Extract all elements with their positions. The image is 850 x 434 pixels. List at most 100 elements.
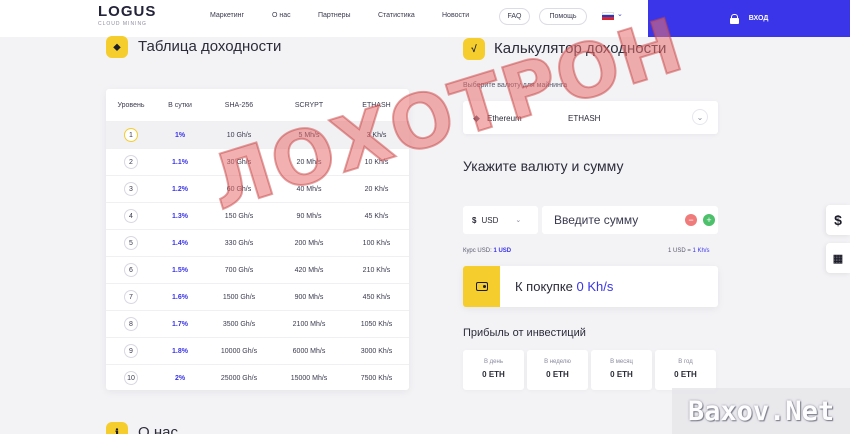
table-cell: 7500 Kh/s: [360, 374, 393, 382]
level-badge: 6: [124, 263, 138, 277]
nav-item-statistics[interactable]: Статистика: [378, 12, 415, 19]
dollar-side-button[interactable]: $: [826, 205, 850, 235]
period-value: 0 ETH: [610, 370, 633, 379]
profit-heading: Прибыль от инвестиций: [463, 327, 586, 339]
level-cell: 6: [106, 263, 156, 277]
level-badge: 1: [124, 128, 138, 142]
lock-icon: [729, 13, 739, 24]
table-cell: 1.7%: [172, 320, 188, 328]
table-cell: 200 Mh/s: [294, 239, 324, 247]
dollar-icon: $: [472, 215, 477, 225]
nav-item-marketing[interactable]: Маркетинг: [210, 12, 244, 19]
table-cell: 420 Mh/s: [294, 266, 324, 274]
level-badge: 10: [124, 371, 138, 385]
yield-table-title: Таблица доходности: [138, 38, 282, 55]
table-cell: 1500 Gh/s: [222, 293, 256, 301]
table-row: 5 1.4% 330 Gh/s 200 Mh/s 100 Kh/s: [106, 229, 409, 256]
level-cell: 3: [106, 182, 156, 196]
wallet-icon: [475, 282, 488, 291]
table-cell: 450 Kh/s: [362, 293, 391, 301]
table-row: 7 1.6% 1500 Gh/s 900 Mh/s 450 Kh/s: [106, 283, 409, 310]
rate-label: Курс USD:: [463, 248, 492, 254]
amount-placeholder: Введите сумму: [554, 213, 639, 227]
profit-boxes: В день 0 ETH В неделю 0 ETH В месяц 0 ET…: [463, 350, 716, 390]
rate-info: Курс USD: 1 USD: [463, 248, 511, 254]
plus-button[interactable]: +: [703, 214, 715, 226]
level-badge: 4: [124, 209, 138, 223]
table-row: 8 1.7% 3500 Gh/s 2100 Mh/s 1050 Kh/s: [106, 310, 409, 337]
table-cell: 15000 Mh/s: [290, 374, 328, 382]
level-badge: 5: [124, 236, 138, 250]
level-cell: 9: [106, 344, 156, 358]
nav-item-news[interactable]: Новости: [442, 12, 469, 19]
chart-icon: ⬥: [106, 36, 128, 58]
currency-label: USD: [481, 215, 499, 225]
period-value: 0 ETH: [482, 370, 505, 379]
table-cell: 1.1%: [172, 158, 188, 166]
table-cell: 1.3%: [172, 212, 188, 220]
table-cell: 1.4%: [172, 239, 188, 247]
currency-select[interactable]: $ USD ⌄: [463, 206, 538, 234]
table-cell: 1%: [174, 131, 186, 139]
period-value: 0 ETH: [674, 370, 697, 379]
conversion-info: 1 USD = 1 Kh/s: [668, 248, 710, 254]
profit-box-month: В месяц 0 ETH: [591, 350, 652, 390]
period-label: В год: [678, 359, 693, 365]
table-cell: 210 Kh/s: [362, 266, 391, 274]
about-title: О нас: [138, 424, 178, 434]
logo-subtitle: CLOUD MINING: [98, 21, 147, 27]
amount-row: $ USD ⌄ Введите сумму − +: [463, 206, 718, 234]
table-cell: 6000 Mh/s: [292, 347, 326, 355]
nav-item-about[interactable]: О нас: [272, 12, 291, 19]
nav-item-partners[interactable]: Партнеры: [318, 12, 351, 19]
table-cell: 1.8%: [172, 347, 188, 355]
table-row: 10 2% 25000 Gh/s 15000 Mh/s 7500 Kh/s: [106, 364, 409, 391]
level-cell: 2: [106, 155, 156, 169]
level-badge: 2: [124, 155, 138, 169]
buy-value: 0 Kh/s: [576, 279, 614, 294]
minus-button[interactable]: −: [685, 214, 697, 226]
table-cell: 90 Mh/s: [296, 212, 322, 220]
table-cell: 45 Kh/s: [364, 212, 389, 220]
table-cell: 2100 Mh/s: [292, 320, 326, 328]
column-header: В сутки: [168, 101, 192, 109]
conversion-right: 1 Kh/s: [692, 248, 710, 254]
login-button[interactable]: ВХОД: [648, 0, 850, 37]
profit-box-day: В день 0 ETH: [463, 350, 524, 390]
profit-box-week: В неделю 0 ETH: [527, 350, 588, 390]
buy-summary-card: К покупке 0 Kh/s: [463, 266, 718, 307]
site-watermark: Baxov.Net: [672, 388, 850, 434]
chevron-down-icon[interactable]: ⌄: [692, 109, 708, 125]
level-cell: 4: [106, 209, 156, 223]
logo[interactable]: LOGUS CLOUD MINING: [98, 4, 156, 28]
profit-box-year: В год 0 ETH: [655, 350, 716, 390]
table-cell: 900 Mh/s: [294, 293, 324, 301]
amount-heading: Укажите валюту и сумму: [463, 158, 624, 174]
level-badge: 9: [124, 344, 138, 358]
help-button[interactable]: Помощь: [539, 8, 587, 25]
period-label: В неделю: [544, 359, 571, 365]
level-cell: 8: [106, 317, 156, 331]
table-row: 9 1.8% 10000 Gh/s 6000 Mh/s 3000 Kh/s: [106, 337, 409, 364]
period-value: 0 ETH: [546, 370, 569, 379]
table-cell: 3500 Gh/s: [222, 320, 256, 328]
faq-button[interactable]: FAQ: [499, 8, 530, 25]
calculator-icon: √: [463, 38, 485, 60]
level-badge: 3: [124, 182, 138, 196]
info-icon: ℹ: [106, 422, 128, 434]
period-label: В день: [484, 359, 503, 365]
table-cell: 2%: [174, 374, 186, 382]
table-cell: 25000 Gh/s: [220, 374, 258, 382]
level-cell: 5: [106, 236, 156, 250]
chevron-down-icon: ⌄: [515, 217, 522, 224]
table-cell: 10000 Gh/s: [220, 347, 258, 355]
table-cell: 1.5%: [172, 266, 188, 274]
table-cell: 1050 Kh/s: [360, 320, 393, 328]
column-header: Уровень: [117, 101, 145, 109]
top-header: LOGUS CLOUD MINING Маркетинг О нас Партн…: [0, 0, 850, 37]
column-header: SHA-256: [224, 101, 254, 109]
wallet-block: [463, 266, 500, 307]
level-cell: 1: [106, 128, 156, 142]
money-side-button[interactable]: ▦: [826, 243, 850, 273]
level-cell: 7: [106, 290, 156, 304]
